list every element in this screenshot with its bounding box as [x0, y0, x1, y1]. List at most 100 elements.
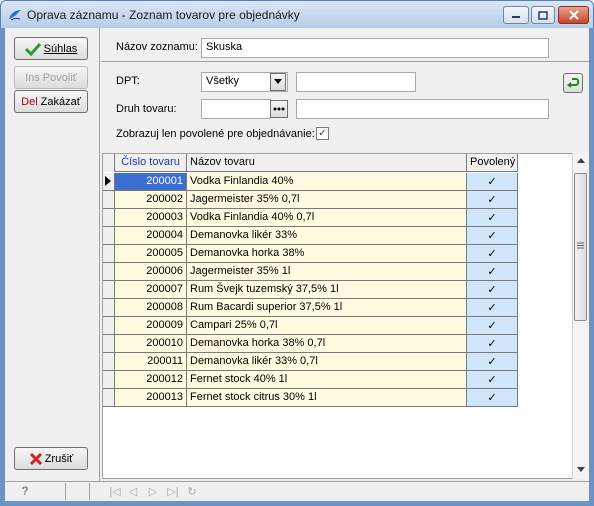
table-row[interactable]: 200007 Rum Švejk tuzemský 37,5% 1l ✓ — [103, 281, 518, 299]
cell-name[interactable]: Fernet stock citrus 30% 1l — [187, 389, 467, 407]
cell-name[interactable]: Demanovka likér 33% — [187, 227, 467, 245]
dpt-dropdown-button[interactable] — [270, 73, 286, 91]
nav-prev-icon[interactable]: ◁ — [126, 485, 140, 499]
cell-allowed-check[interactable]: ✓ — [467, 191, 518, 209]
table-row[interactable]: 200006 Jagermeister 35% 1l ✓ — [103, 263, 518, 281]
cell-allowed-check[interactable]: ✓ — [467, 209, 518, 227]
refresh-button[interactable] — [563, 73, 583, 93]
only-allowed-label: Zobrazuj len povolené pre objednávanie: — [116, 128, 315, 140]
cell-number[interactable]: 200001 — [115, 173, 187, 191]
minimize-button[interactable] — [503, 6, 529, 24]
cell-allowed-check[interactable]: ✓ — [467, 335, 518, 353]
deny-button[interactable]: Del Zakázať — [14, 90, 88, 113]
title-bar[interactable]: Oprava záznamu - Zoznam tovarov pre obje… — [0, 0, 594, 28]
allow-label: Povoliť — [42, 71, 77, 84]
goods-type-browse-button[interactable] — [270, 100, 288, 118]
column-header-allowed[interactable]: Povolený — [467, 154, 518, 172]
list-name-input[interactable]: Skuska — [201, 38, 549, 58]
cell-allowed-check[interactable]: ✓ — [467, 299, 518, 317]
close-button[interactable] — [558, 6, 589, 24]
maximize-icon — [538, 10, 548, 20]
table-row[interactable]: 200012 Fernet stock 40% 1l ✓ — [103, 371, 518, 389]
cell-number[interactable]: 200010 — [115, 335, 187, 353]
table-row[interactable]: 200013 Fernet stock citrus 30% 1l ✓ — [103, 389, 518, 407]
cell-number[interactable]: 200007 — [115, 281, 187, 299]
dpt-description-input[interactable] — [296, 72, 416, 92]
cell-allowed-check[interactable]: ✓ — [467, 389, 518, 407]
nav-last-icon[interactable]: ▷| — [166, 485, 180, 499]
table-row[interactable]: 200010 Demanovka horka 38% 0,7l ✓ — [103, 335, 518, 353]
refresh-arrow-icon — [567, 78, 580, 88]
scrollbar-thumb[interactable] — [574, 173, 587, 321]
grid-header-indicator — [103, 154, 115, 172]
cell-name[interactable]: Fernet stock 40% 1l — [187, 371, 467, 389]
cell-allowed-check[interactable]: ✓ — [467, 173, 518, 191]
goods-type-description-input[interactable] — [296, 99, 549, 119]
table-row[interactable]: 200008 Rum Bacardi superior 37,5% 1l ✓ — [103, 299, 518, 317]
table-row[interactable]: 200003 Vodka Finlandia 40% 0,7l ✓ — [103, 209, 518, 227]
grid-vertical-scrollbar[interactable] — [572, 153, 588, 479]
cell-name[interactable]: Rum Bacardi superior 37,5% 1l — [187, 299, 467, 317]
cell-allowed-check[interactable]: ✓ — [467, 281, 518, 299]
cell-number[interactable]: 200011 — [115, 353, 187, 371]
cell-number[interactable]: 200009 — [115, 317, 187, 335]
chevron-down-icon — [274, 79, 282, 84]
cancel-button[interactable]: Zrušiť — [14, 447, 88, 470]
goods-type-label: Druh tovaru: — [116, 103, 177, 115]
dialog-window: Oprava záznamu - Zoznam tovarov pre obje… — [0, 0, 594, 506]
help-button[interactable]: ? — [17, 484, 33, 500]
scroll-down-icon[interactable] — [577, 467, 585, 472]
confirm-button[interactable]: Súhlas — [14, 37, 88, 60]
only-allowed-checkbox[interactable]: ✓ — [316, 127, 329, 140]
table-row[interactable]: 200001 Vodka Finlandia 40% ✓ — [103, 173, 518, 191]
cell-number[interactable]: 200005 — [115, 245, 187, 263]
cell-number[interactable]: 200003 — [115, 209, 187, 227]
row-indicator — [103, 263, 115, 281]
cell-number[interactable]: 200012 — [115, 371, 187, 389]
cell-name[interactable]: Demanovka horka 38% 0,7l — [187, 335, 467, 353]
goods-type-input[interactable] — [201, 99, 271, 119]
cell-allowed-check[interactable]: ✓ — [467, 353, 518, 371]
table-row[interactable]: 200005 Demanovka horka 38% ✓ — [103, 245, 518, 263]
scroll-up-icon[interactable] — [577, 158, 585, 163]
cell-allowed-check[interactable]: ✓ — [467, 227, 518, 245]
nav-refresh-icon[interactable]: ↻ — [185, 485, 199, 499]
cell-allowed-check[interactable]: ✓ — [467, 371, 518, 389]
maximize-button[interactable] — [531, 6, 555, 24]
table-row[interactable]: 200011 Demanovka likér 33% 0,7l ✓ — [103, 353, 518, 371]
cell-name[interactable]: Demanovka horka 38% — [187, 245, 467, 263]
column-header-name[interactable]: Názov tovaru — [187, 154, 467, 172]
allow-button[interactable]: Ins Povoliť — [14, 66, 88, 89]
cell-name[interactable]: Demanovka likér 33% 0,7l — [187, 353, 467, 371]
status-bar: ? |◁ ◁ ▷ ▷| ↻ — [5, 481, 589, 501]
cell-name[interactable]: Rum Švejk tuzemský 37,5% 1l — [187, 281, 467, 299]
table-row[interactable]: 200004 Demanovka likér 33% ✓ — [103, 227, 518, 245]
table-row[interactable]: 200002 Jagermeister 35% 0,7l ✓ — [103, 191, 518, 209]
row-indicator — [103, 299, 115, 317]
left-button-panel: Súhlas Ins Povoliť Del Zakázať Zrušiť — [5, 28, 100, 481]
row-indicator — [103, 209, 115, 227]
filter-form: Názov zoznamu: Skuska DPT: Všetky Druh t… — [101, 28, 589, 148]
cell-allowed-check[interactable]: ✓ — [467, 245, 518, 263]
cell-name[interactable]: Vodka Finlandia 40% — [187, 173, 467, 191]
cell-name[interactable]: Vodka Finlandia 40% 0,7l — [187, 209, 467, 227]
window-title: Oprava záznamu - Zoznam tovarov pre obje… — [27, 8, 300, 22]
column-header-number[interactable]: Číslo tovaru — [115, 154, 187, 172]
cell-number[interactable]: 200002 — [115, 191, 187, 209]
form-divider — [101, 61, 589, 62]
grid-header: Číslo tovaru Názov tovaru Povolený — [103, 154, 518, 172]
cell-allowed-check[interactable]: ✓ — [467, 263, 518, 281]
cell-number[interactable]: 200006 — [115, 263, 187, 281]
nav-next-icon[interactable]: ▷ — [146, 485, 160, 499]
cell-name[interactable]: Jagermeister 35% 1l — [187, 263, 467, 281]
cell-number[interactable]: 200013 — [115, 389, 187, 407]
cell-number[interactable]: 200008 — [115, 299, 187, 317]
cell-name[interactable]: Campari 25% 0,7l — [187, 317, 467, 335]
cell-number[interactable]: 200004 — [115, 227, 187, 245]
dialog-client: Súhlas Ins Povoliť Del Zakázať Zrušiť Ná… — [5, 28, 589, 501]
cell-allowed-check[interactable]: ✓ — [467, 317, 518, 335]
cell-name[interactable]: Jagermeister 35% 0,7l — [187, 191, 467, 209]
nav-first-icon[interactable]: |◁ — [108, 485, 122, 499]
table-row[interactable]: 200009 Campari 25% 0,7l ✓ — [103, 317, 518, 335]
row-indicator — [103, 353, 115, 371]
